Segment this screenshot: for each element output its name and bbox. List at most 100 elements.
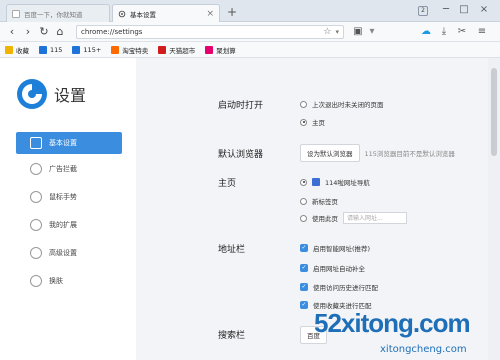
bookmarks-bar: 收藏 115 115+ 淘宝特卖 天猫超市 聚划算 <box>0 42 500 58</box>
tab-title: 百度一下，你就知道 <box>24 10 83 19</box>
bookmark-tmall[interactable]: 天猫超市 <box>158 45 195 55</box>
watermark: 52xitong.com xitongcheng.com <box>300 306 500 360</box>
gear-icon <box>118 10 126 17</box>
section-title-startup: 启动时打开 <box>218 101 264 111</box>
extension-icon <box>30 219 42 231</box>
tab-settings[interactable]: 基本设置 × <box>112 4 220 22</box>
set-default-browser-button[interactable]: 设为默认浏览器 <box>300 144 360 162</box>
section-title-default-browser: 默认浏览器 <box>218 150 264 160</box>
close-window-icon[interactable]: × <box>478 4 490 15</box>
skin-icon <box>30 275 42 287</box>
bookmark-label: 收藏 <box>16 46 29 55</box>
settings-page: 设置 基本设置 广告拦截 鼠标手势 我的扩展 高级设置 换肤 启动时打开 上次退… <box>0 58 500 360</box>
download-icon[interactable]: ⤓ <box>438 26 450 38</box>
tools-icon[interactable]: ✂ <box>456 26 468 38</box>
settings-header: 设置 <box>16 78 86 110</box>
homepage-url-input[interactable]: 请输入网址... <box>343 212 407 224</box>
page-title: 设置 <box>54 86 87 105</box>
forward-arrow-icon[interactable]: › <box>22 25 34 39</box>
chevron-down-icon[interactable]: ▾ <box>366 26 378 38</box>
bookmark-label: 淘宝特卖 <box>122 46 149 55</box>
menu-icon[interactable]: ≡ <box>476 26 488 38</box>
bookmark-115plus[interactable]: 115+ <box>72 45 102 54</box>
radio-button[interactable] <box>300 178 307 186</box>
option-label: 启用智能网址(推荐) <box>313 245 371 253</box>
option-label: 使用访问历史进行匹配 <box>313 284 378 292</box>
settings-sidebar: 设置 基本设置 广告拦截 鼠标手势 我的扩展 高级设置 换肤 <box>0 58 136 360</box>
option-label: 主页 <box>312 119 325 127</box>
scrollbar-thumb[interactable] <box>491 68 497 156</box>
section-title-search: 搜索栏 <box>218 331 246 341</box>
bookmark-label: 115+ <box>83 45 102 54</box>
chevron-down-icon[interactable]: ▾ <box>335 28 339 36</box>
new-tab-button[interactable]: + <box>226 5 238 19</box>
radio-startup-homepage[interactable]: 主页 <box>300 117 325 127</box>
close-icon[interactable]: × <box>206 9 214 18</box>
bookmark-115[interactable]: 115 <box>39 45 63 54</box>
sidebar-item-gesture[interactable]: 鼠标手势 <box>16 186 122 208</box>
bookmark-label: 115 <box>50 45 63 54</box>
sidebar-item-advanced[interactable]: 高级设置 <box>16 242 122 264</box>
bookmark-icon <box>205 45 214 54</box>
home-icon[interactable]: ⌂ <box>54 25 66 39</box>
sidebar-item-adblock[interactable]: 广告拦截 <box>16 158 122 180</box>
watermark-subtext: xitongcheng.com <box>380 344 467 355</box>
checkbox-checked[interactable]: ✓ <box>300 283 308 291</box>
address-bar[interactable]: chrome://settings ☆ ▾ <box>76 25 344 39</box>
navigation-toolbar: ‹ › ↻ ⌂ chrome://settings ☆ ▾ ▣ ▾ ☁ ⤓ ✂ … <box>0 22 500 42</box>
checkbox-history-match[interactable]: ✓ 使用访问历史进行匹配 <box>300 282 378 292</box>
mouse-gesture-icon <box>30 191 42 203</box>
option-label: 新标签页 <box>312 198 338 206</box>
sidebar-item-label: 广告拦截 <box>49 165 77 173</box>
radio-homepage-newtab[interactable]: 新标签页 <box>300 196 338 206</box>
basic-settings-icon <box>30 137 42 149</box>
tab-strip: 百度一下，你就知道 基本设置 × + 2 ─ □ × <box>0 0 500 22</box>
site-icon <box>312 178 320 186</box>
sidebar-item-extensions[interactable]: 我的扩展 <box>16 214 122 236</box>
sidebar-item-label: 基本设置 <box>49 139 77 147</box>
checkbox-checked[interactable]: ✓ <box>300 244 308 252</box>
option-label: 启用网址自动补全 <box>313 265 365 273</box>
sidebar-item-basic[interactable]: 基本设置 <box>16 132 122 154</box>
sidebar-item-label: 换肤 <box>49 277 63 285</box>
bookmark-taobao[interactable]: 淘宝特卖 <box>111 45 148 55</box>
option-label: 114啦网址导航 <box>325 179 370 187</box>
star-icon[interactable]: ☆ <box>323 27 331 37</box>
tracker-icon[interactable]: ▣ <box>352 26 364 38</box>
radio-button[interactable] <box>300 214 307 222</box>
sidebar-item-label: 高级设置 <box>49 249 77 257</box>
bookmark-juhuasuan[interactable]: 聚划算 <box>205 45 236 55</box>
checkbox-smart-url[interactable]: ✓ 启用智能网址(推荐) <box>300 243 370 253</box>
url-text[interactable]: chrome://settings <box>81 28 319 36</box>
section-title-homepage: 主页 <box>218 179 237 189</box>
sidebar-item-label: 鼠标手势 <box>49 193 77 201</box>
option-label: 上次退出时未关闭的页面 <box>312 101 384 109</box>
option-label: 使用此页 <box>312 215 338 223</box>
bookmark-label: 天猫超市 <box>169 46 196 55</box>
radio-homepage-custom[interactable]: 使用此页 请输入网址... <box>300 212 407 224</box>
page-icon <box>12 9 20 18</box>
radio-startup-last-session[interactable]: 上次退出时未关闭的页面 <box>300 99 384 109</box>
star-icon <box>5 45 13 54</box>
checkbox-checked[interactable]: ✓ <box>300 264 308 272</box>
radio-button[interactable] <box>300 197 307 205</box>
maximize-icon[interactable]: □ <box>458 4 470 15</box>
back-arrow-icon[interactable]: ‹ <box>6 25 18 39</box>
bookmark-label: 聚划算 <box>216 46 236 55</box>
cloud-icon[interactable]: ☁ <box>420 26 432 38</box>
window-count-badge[interactable]: 2 <box>418 6 428 16</box>
radio-homepage-114la[interactable]: 114啦网址导航 <box>300 177 370 187</box>
minimize-icon[interactable]: ─ <box>440 4 452 15</box>
sidebar-item-skin[interactable]: 换肤 <box>16 270 122 292</box>
browser-logo-icon <box>17 79 47 109</box>
bookmark-icon <box>39 45 47 54</box>
radio-button[interactable] <box>300 118 307 126</box>
reload-icon[interactable]: ↻ <box>38 25 50 39</box>
radio-button[interactable] <box>300 100 307 108</box>
advanced-settings-icon <box>30 247 42 259</box>
bookmark-favorites[interactable]: 收藏 <box>5 45 29 55</box>
checkbox-url-autocomplete[interactable]: ✓ 启用网址自动补全 <box>300 263 365 273</box>
bookmark-icon <box>72 45 81 54</box>
tab-baidu[interactable]: 百度一下，你就知道 <box>6 4 110 22</box>
default-browser-row: 设为默认浏览器 115浏览器目前不是默认浏览器 <box>300 144 455 162</box>
